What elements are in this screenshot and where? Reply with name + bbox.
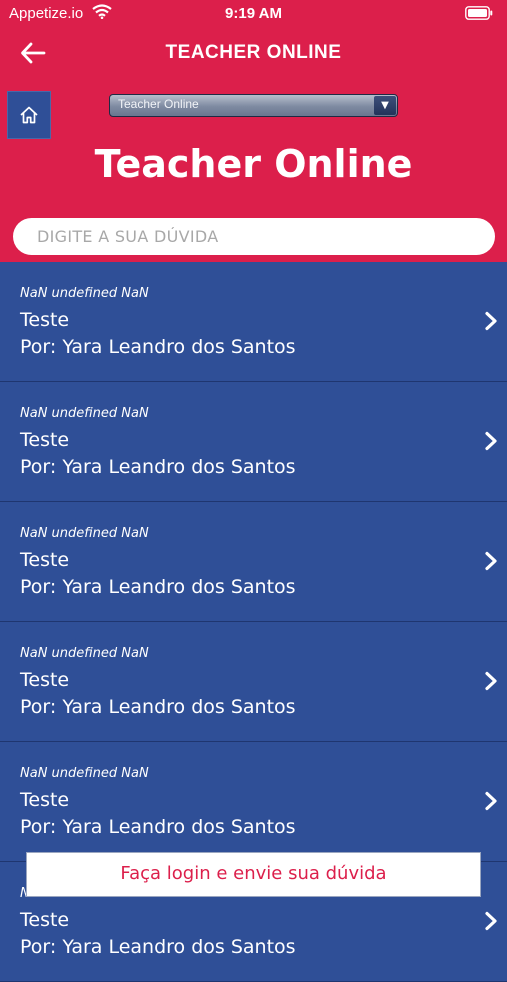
chevron-right-icon: [485, 431, 497, 451]
question-title: Teste: [20, 549, 70, 571]
question-title: Teste: [20, 429, 70, 451]
status-time: 9:19 AM: [225, 5, 282, 22]
question-date: NaN undefined NaN: [20, 526, 149, 541]
home-icon: [20, 106, 38, 124]
question-author: Por: Yara Leandro dos Santos: [20, 936, 296, 958]
battery-icon: [465, 6, 493, 20]
navbar: TEACHER ONLINE: [0, 34, 507, 74]
question-date: NaN undefined NaN: [20, 646, 149, 661]
question-item[interactable]: NaN undefined NaN Teste Por: Yara Leandr…: [0, 382, 507, 502]
question-author: Por: Yara Leandro dos Santos: [20, 456, 296, 478]
login-button[interactable]: Faça login e envie sua dúvida: [26, 852, 481, 897]
question-date: NaN undefined NaN: [20, 406, 149, 421]
question-title: Teste: [20, 669, 70, 691]
question-author: Por: Yara Leandro dos Santos: [20, 696, 296, 718]
question-item[interactable]: NaN undefined NaN Teste Por: Yara Leandr…: [0, 622, 507, 742]
question-item[interactable]: NaN undefined NaN Teste Por: Yara Leandr…: [0, 502, 507, 622]
question-item[interactable]: NaN undefined NaN Teste Por: Yara Leandr…: [0, 262, 507, 382]
page-title: Teacher Online: [94, 142, 413, 186]
category-select[interactable]: Teacher Online ▼: [109, 94, 398, 117]
nav-title: TEACHER ONLINE: [165, 42, 342, 63]
header: Appetize.io 9:19 AM TEACHER ONLINE Teach…: [0, 0, 507, 262]
question-author: Por: Yara Leandro dos Santos: [20, 576, 296, 598]
chevron-right-icon: [485, 671, 497, 691]
chevron-right-icon: [485, 551, 497, 571]
triangle-down-icon: ▼: [374, 96, 396, 115]
select-value: Teacher Online: [118, 97, 199, 111]
chevron-right-icon: [485, 791, 497, 811]
question-date: NaN undefined NaN: [20, 286, 149, 301]
chevron-right-icon: [485, 911, 497, 931]
question-author: Por: Yara Leandro dos Santos: [20, 336, 296, 358]
search-input[interactable]: [13, 218, 495, 255]
home-button[interactable]: [7, 91, 51, 139]
status-bar: Appetize.io 9:19 AM: [0, 0, 507, 28]
question-item[interactable]: NaN undefined NaN Teste Por: Yara Leandr…: [0, 742, 507, 862]
question-title: Teste: [20, 909, 70, 931]
question-title: Teste: [20, 309, 70, 331]
chevron-right-icon: [485, 311, 497, 331]
question-title: Teste: [20, 789, 70, 811]
question-date: NaN undefined NaN: [20, 766, 149, 781]
question-author: Por: Yara Leandro dos Santos: [20, 816, 296, 838]
